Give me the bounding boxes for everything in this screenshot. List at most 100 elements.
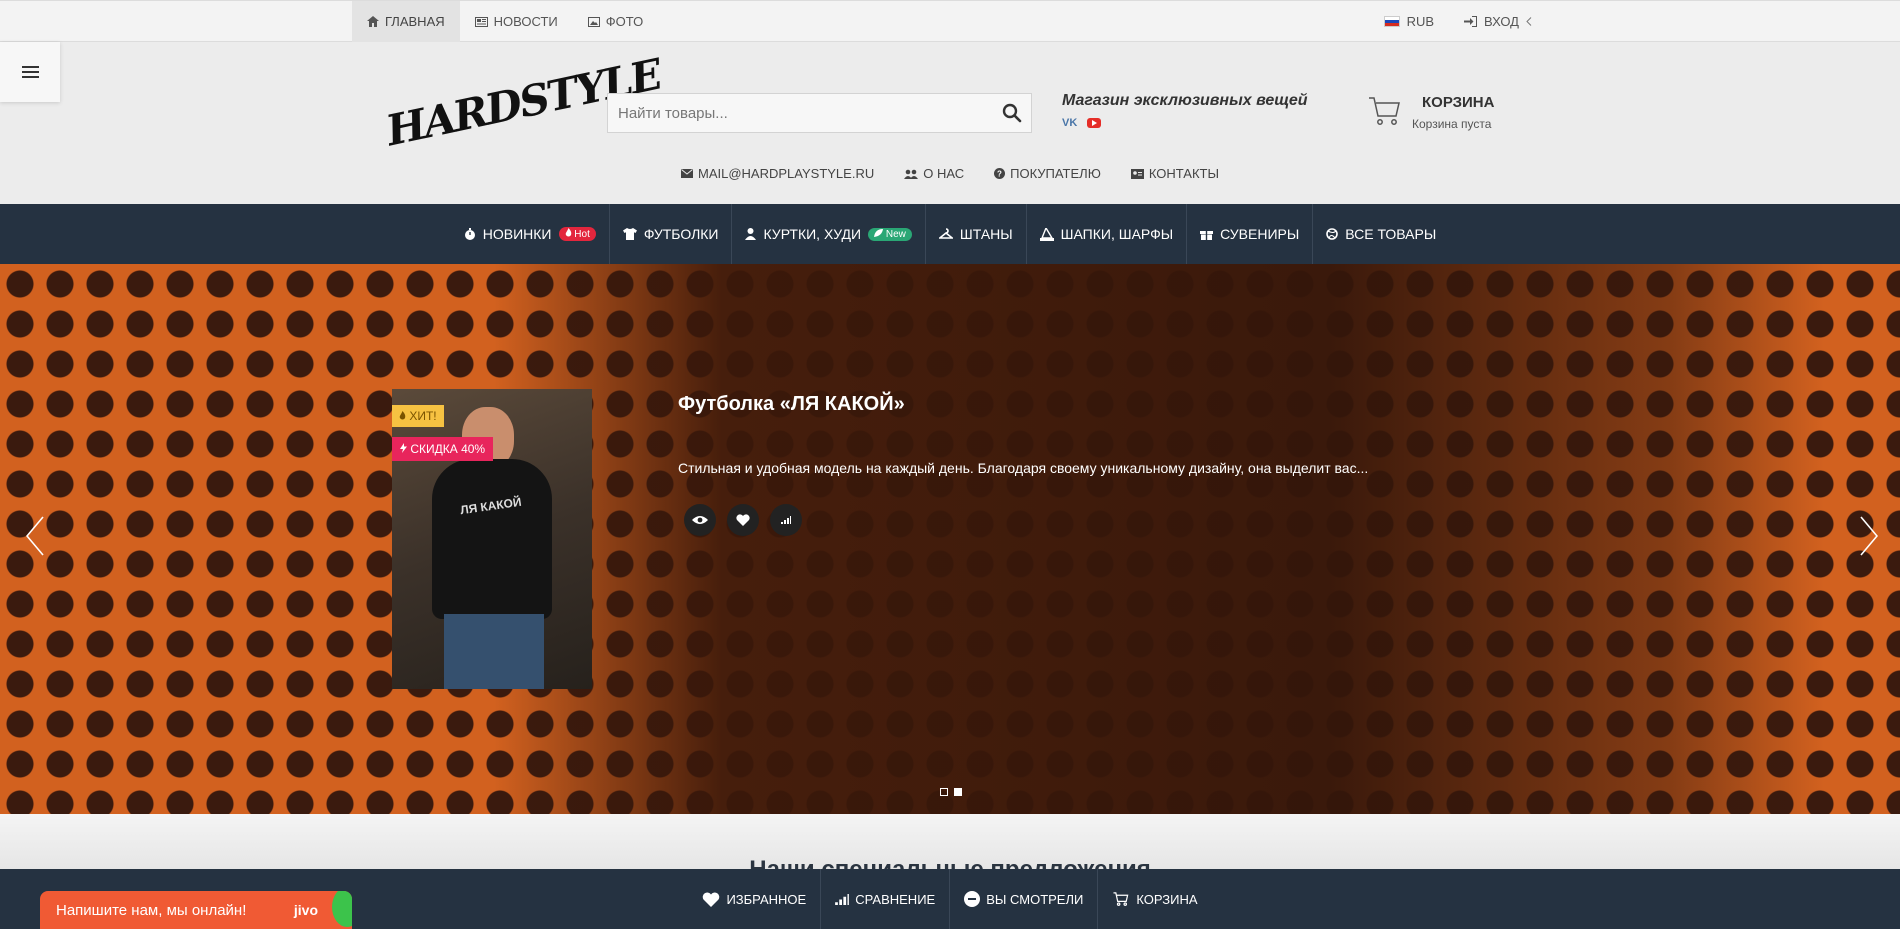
user-icon (745, 228, 757, 240)
new-badge: New (868, 227, 912, 241)
eye-icon (964, 891, 981, 907)
youtube-icon[interactable] (1087, 118, 1102, 128)
category-all-label: Все товары (1345, 226, 1437, 242)
heart-icon (736, 514, 750, 526)
category-jackets-label: Куртки, худи (763, 226, 862, 242)
russia-flag-icon (1383, 16, 1400, 27)
sign-in-icon (1464, 16, 1478, 27)
person-jeans (444, 614, 544, 689)
nav-home-link[interactable]: Главная (352, 1, 460, 42)
chat-online-indicator (332, 891, 352, 927)
chevron-left-icon (1526, 17, 1532, 26)
subnav-about-label: О нас (923, 166, 965, 181)
hit-label: ХИТ! (392, 405, 444, 427)
hot-badge: Hot (558, 227, 596, 241)
sale-label-text: СКИДКА 40% (410, 442, 486, 456)
search-box (607, 93, 1032, 133)
hero-slider: ЛЯ КАКОЙ ХИТ! СКИДКА 40% Футболка «ЛЯ КА… (0, 264, 1900, 814)
currency-selector[interactable]: RUB (1383, 14, 1435, 29)
category-hats-label: Шапки, шарфы (1060, 226, 1174, 242)
slider-dot-2[interactable] (954, 788, 962, 796)
fire-icon (565, 228, 571, 237)
hat-icon (1039, 227, 1054, 241)
subnav-mail-link[interactable]: mail@hardplaystyle.ru (681, 166, 874, 181)
add-compare-button[interactable] (770, 504, 802, 536)
slider-prev-arrow[interactable] (26, 516, 44, 556)
category-jackets[interactable]: Куртки, худи New (732, 204, 926, 264)
stopwatch-icon (464, 227, 475, 240)
nav-photo-link[interactable]: Фото (573, 1, 658, 42)
photo-icon (587, 16, 600, 27)
category-all[interactable]: Все товары (1313, 204, 1449, 264)
home-icon (367, 16, 379, 27)
subnav-mail-label: mail@hardplaystyle.ru (698, 166, 875, 181)
bottom-favorites-label: Избранное (726, 891, 807, 907)
bottom-cart-button[interactable]: Корзина (1098, 869, 1211, 929)
vk-icon[interactable]: VK (1062, 117, 1077, 129)
category-pants[interactable]: Штаны (926, 204, 1027, 264)
new-badge-label: New (885, 228, 906, 240)
search-input[interactable] (608, 94, 978, 132)
top-nav: Главная Новости Фото (352, 1, 658, 42)
product-title[interactable]: Футболка «ЛЯ КАКОЙ» (678, 393, 905, 416)
bottom-compare-label: Сравнение (855, 891, 936, 907)
product-description: Стильная и удобная модель на каждый день… (678, 460, 1369, 476)
subnav-about-link[interactable]: О нас (904, 166, 964, 181)
question-icon: ? (994, 168, 1006, 179)
category-nav: Новинки Hot Футболки Куртки, худи New Шт… (0, 204, 1900, 264)
site-header: HARDSTYLE Магазин эксклюзивных вещей VK … (0, 42, 1900, 204)
nav-photo-label: Фото (605, 14, 644, 29)
category-hats[interactable]: Шапки, шарфы (1027, 204, 1188, 264)
nav-news-link[interactable]: Новости (460, 1, 573, 42)
hot-badge-label: Hot (574, 229, 590, 240)
subnav-contacts-label: Контакты (1148, 166, 1219, 181)
slider-dots (940, 788, 962, 796)
category-pants-label: Штаны (959, 226, 1013, 242)
bottom-favorites-button[interactable]: Избранное (688, 869, 822, 929)
add-favorite-button[interactable] (727, 504, 759, 536)
category-tshirts-label: Футболки (643, 226, 719, 242)
cart-title: Корзина (1422, 94, 1495, 111)
hamburger-icon (21, 71, 39, 73)
top-bar: Главная Новости Фото RUB Вход (0, 0, 1900, 42)
bottom-viewed-button[interactable]: Вы смотрели (950, 869, 1099, 929)
header-subnav: mail@hardplaystyle.ru О нас ? Покупателю… (0, 166, 1900, 181)
news-icon (474, 16, 488, 27)
category-souvenirs-label: Сувениры (1220, 226, 1300, 242)
quick-view-button[interactable] (684, 504, 716, 536)
category-tshirts[interactable]: Футболки (610, 204, 733, 264)
header-cart[interactable]: Корзина Корзина пуста (1368, 94, 1494, 131)
hit-label-text: ХИТ! (409, 409, 437, 423)
currency-label: RUB (1406, 14, 1435, 29)
product-actions (684, 504, 802, 536)
top-right: RUB Вход (1383, 1, 1532, 42)
svg-text:?: ? (997, 170, 1002, 179)
eye-icon (692, 516, 708, 524)
nav-news-label: Новости (493, 14, 558, 29)
compare-bars-icon (781, 516, 791, 524)
chat-brand: jivo (293, 902, 318, 918)
tshirt-icon (622, 228, 637, 240)
chat-widget[interactable]: Напишите нам, мы онлайн! jivo (40, 891, 352, 929)
slider-dot-1[interactable] (940, 788, 948, 796)
mail-icon (681, 169, 693, 178)
category-new[interactable]: Новинки Hot (451, 204, 610, 264)
subnav-contacts-link[interactable]: Контакты (1130, 166, 1219, 181)
chat-text: Напишите нам, мы онлайн! (56, 901, 247, 919)
subnav-buyer-link[interactable]: ? Покупателю (994, 166, 1101, 181)
cart-icon (1113, 892, 1129, 906)
leaf-icon (874, 228, 884, 237)
login-link[interactable]: Вход (1464, 14, 1532, 29)
gift-icon (1200, 231, 1214, 240)
social-links: VK (1062, 117, 1102, 129)
dribbble-icon (1326, 228, 1339, 240)
side-menu-button[interactable] (0, 42, 60, 102)
cart-icon (1369, 97, 1400, 125)
search-icon[interactable] (1001, 102, 1023, 124)
sale-label: СКИДКА 40% (392, 437, 494, 461)
heart-icon (703, 891, 720, 907)
bottom-compare-button[interactable]: Сравнение (821, 869, 951, 929)
product-image[interactable]: ЛЯ КАКОЙ (392, 389, 592, 689)
slider-next-arrow[interactable] (1860, 516, 1878, 556)
category-souvenirs[interactable]: Сувениры (1187, 204, 1314, 264)
